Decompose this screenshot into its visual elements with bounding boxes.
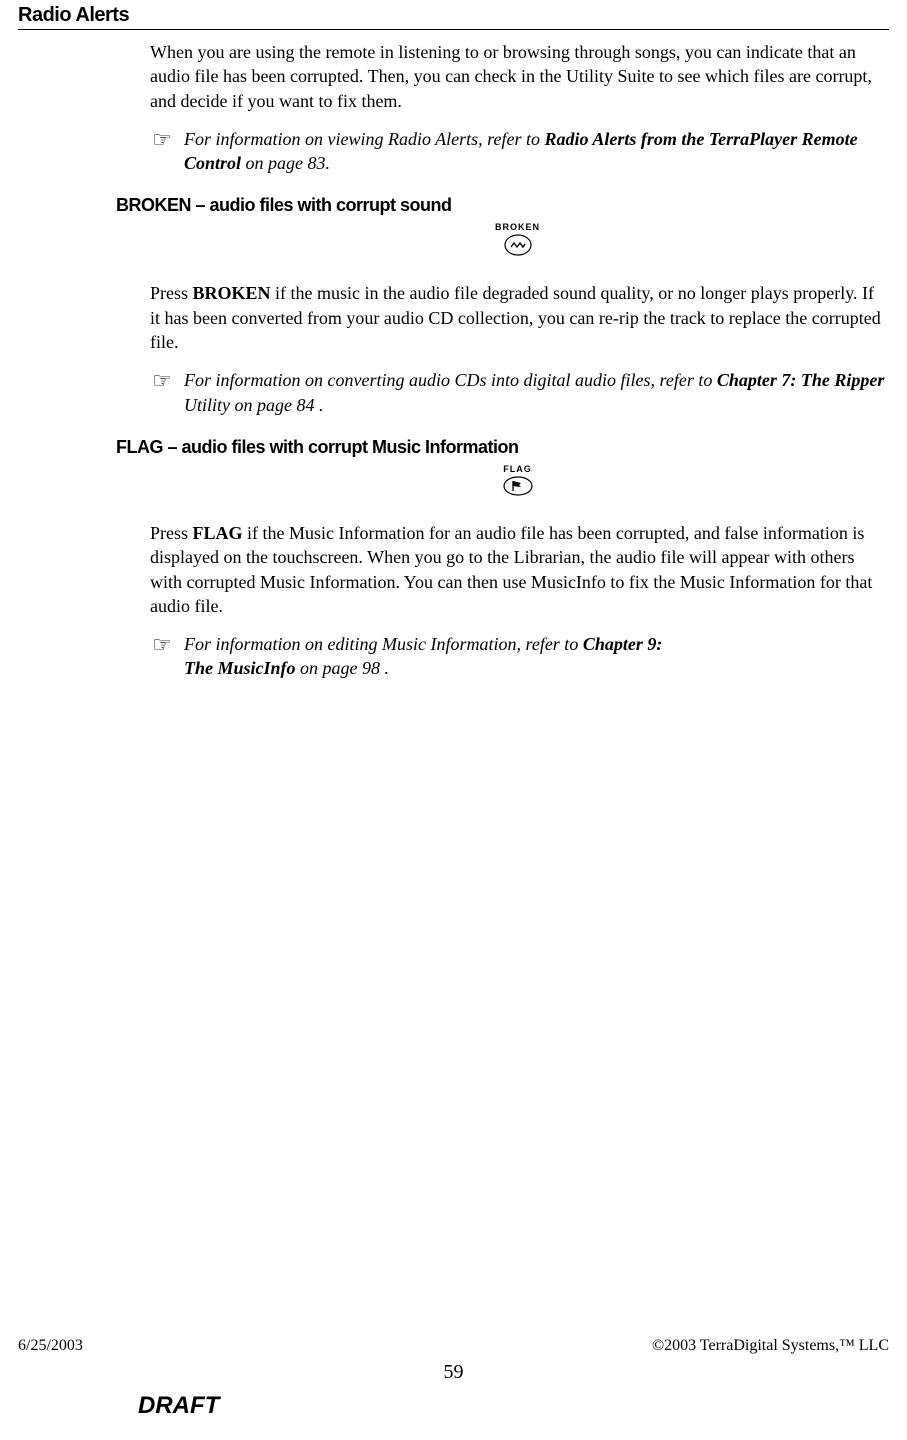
broken-button-icon [504,234,532,256]
pointer-icon: ☞ [150,366,184,417]
flag-paragraph: Press FLAG if the Music Information for … [150,521,885,618]
flag-button-icon [503,476,533,496]
pointer-text: For information on converting audio CDs … [184,368,885,417]
pointer-icon: ☞ [150,630,184,681]
cross-reference-3: ☞ For information on editing Music Infor… [150,632,885,681]
page-header: Radio Alerts [18,0,889,30]
pointer-bold2: The MusicInfo [184,658,296,678]
text-post: if the Music Information for an audio fi… [150,523,872,616]
page-footer: 6/25/2003 ©2003 TerraDigital Systems,™ L… [18,1337,889,1420]
section-heading-broken: BROKEN – audio files with corrupt sound [116,195,885,216]
footer-copyright: ©2003 TerraDigital Systems,™ LLC [652,1337,889,1355]
section-heading-flag: FLAG – audio files with corrupt Music In… [116,437,885,458]
text-bold: BROKEN [193,283,271,303]
footer-date: 6/25/2003 [18,1337,83,1355]
pointer-suffix: Utility on page 84 . [184,395,323,415]
flag-button-figure: FLAG [150,464,885,501]
cross-reference-2: ☞ For information on converting audio CD… [150,368,885,417]
intro-paragraph: When you are using the remote in listeni… [150,40,885,113]
cross-reference-1: ☞ For information on viewing Radio Alert… [150,127,885,176]
pointer-bold: Chapter 9: [583,634,663,654]
text-pre: Press [150,523,193,543]
text-pre: Press [150,283,193,303]
pointer-bold: Chapter 7: The Ripper [717,370,885,390]
pointer-prefix: For information on editing Music Informa… [184,634,583,654]
pointer-text: For information on editing Music Informa… [184,632,885,681]
broken-button-label: BROKEN [150,222,885,232]
flag-button-label: FLAG [150,464,885,474]
pointer-suffix: on page 98 . [296,658,390,678]
pointer-prefix: For information on converting audio CDs … [184,370,717,390]
content-area: When you are using the remote in listeni… [18,40,889,681]
broken-paragraph: Press BROKEN if the music in the audio f… [150,281,885,354]
text-bold: FLAG [193,523,243,543]
footer-page-number: 59 [18,1361,889,1384]
footer-draft-watermark: DRAFT [18,1392,889,1420]
pointer-suffix: on page 83. [241,153,330,173]
broken-button-figure: BROKEN [150,222,885,261]
pointer-icon: ☞ [150,125,184,176]
pointer-text: For information on viewing Radio Alerts,… [184,127,885,176]
pointer-prefix: For information on viewing Radio Alerts,… [184,129,544,149]
